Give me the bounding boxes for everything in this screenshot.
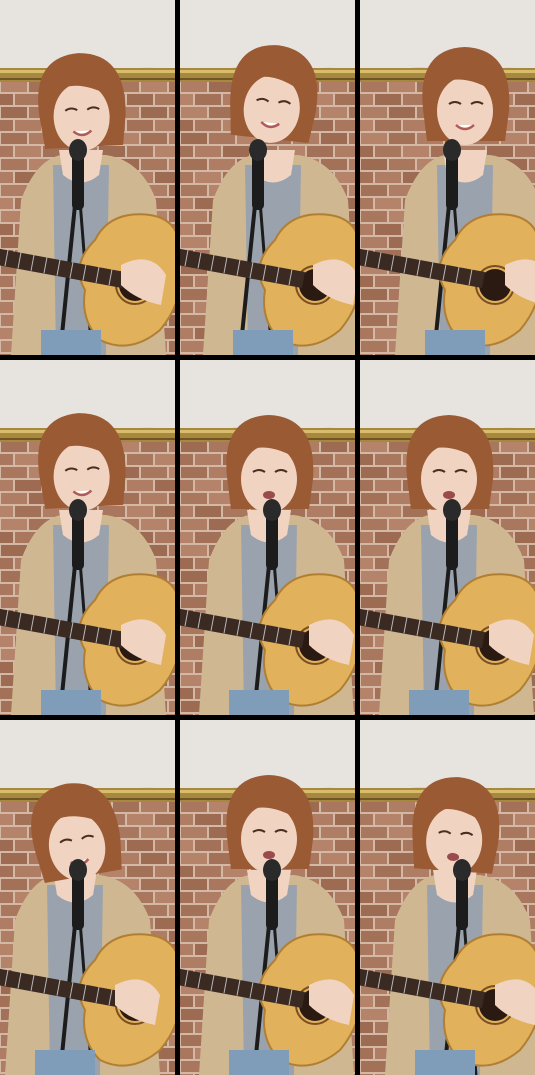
video-frame-4 bbox=[0, 360, 175, 715]
video-frame-6 bbox=[360, 360, 535, 715]
jeans bbox=[229, 690, 289, 715]
jeans bbox=[35, 1050, 95, 1075]
video-frame-2 bbox=[180, 0, 355, 355]
frame-image bbox=[360, 0, 535, 355]
jeans bbox=[41, 690, 101, 715]
frame-image bbox=[180, 720, 355, 1075]
frame-image bbox=[0, 720, 175, 1075]
plaster-patch bbox=[0, 720, 175, 793]
frame-image bbox=[180, 360, 355, 715]
jeans bbox=[229, 1050, 289, 1075]
frame-image bbox=[360, 360, 535, 715]
video-frame-1 bbox=[0, 0, 175, 355]
frame-image bbox=[360, 720, 535, 1075]
frame-image bbox=[0, 0, 175, 355]
video-frame-5 bbox=[180, 360, 355, 715]
frame-image bbox=[0, 360, 175, 715]
jeans bbox=[233, 330, 293, 355]
jeans bbox=[425, 330, 485, 355]
video-frame-7 bbox=[0, 720, 175, 1075]
photo-grid bbox=[0, 0, 535, 1075]
face bbox=[437, 77, 493, 145]
jeans bbox=[41, 330, 101, 355]
jeans bbox=[415, 1050, 475, 1075]
frame-image bbox=[180, 0, 355, 355]
video-frame-9 bbox=[360, 720, 535, 1075]
video-frame-8 bbox=[180, 720, 355, 1075]
video-frame-3 bbox=[360, 0, 535, 355]
jeans bbox=[409, 690, 469, 715]
